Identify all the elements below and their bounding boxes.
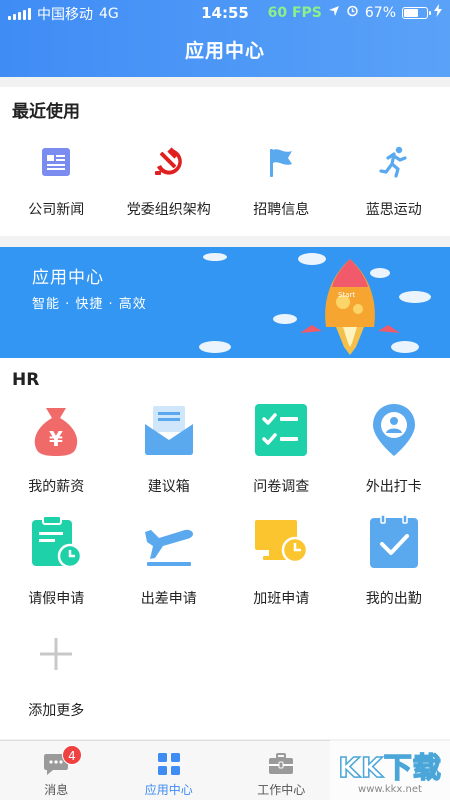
svg-text:¥: ¥ [49, 427, 63, 451]
app-business-trip[interactable]: 出差申请 [113, 514, 226, 626]
tab-messages[interactable]: 4 消息 [0, 741, 113, 800]
app-suggestion-box[interactable]: 建议箱 [113, 402, 226, 514]
app-outing-checkin[interactable]: 外出打卡 [338, 402, 450, 514]
app-overtime-request[interactable]: 加班申请 [225, 514, 338, 626]
money-bag-icon: ¥ [28, 402, 84, 458]
recent-item-lens-sports[interactable]: 蓝思运动 [338, 145, 450, 219]
unread-badge: 4 [62, 745, 82, 765]
tab-label: 消息 [44, 783, 69, 797]
fps-counter: 60 FPS [267, 4, 322, 21]
app-label: 问卷调查 [253, 479, 310, 495]
app-label: 请假申请 [28, 591, 85, 607]
add-more-button[interactable]: 添加更多 [0, 626, 113, 738]
battery-icon [402, 6, 431, 19]
alarm-icon [346, 4, 359, 21]
app-my-salary[interactable]: ¥ 我的薪资 [0, 402, 113, 514]
tab-label: 工作中心 [257, 783, 306, 797]
tab-label: 应用中心 [144, 783, 193, 797]
app-label: 建议箱 [147, 479, 190, 495]
plus-icon [28, 626, 84, 682]
checklist-icon [253, 402, 309, 458]
attendance-check-icon [366, 514, 422, 570]
airplane-icon [141, 514, 197, 570]
tab-app-center[interactable]: 应用中心 [113, 741, 226, 800]
app-my-attendance[interactable]: 我的出勤 [338, 514, 450, 626]
monitor-clock-icon [253, 514, 309, 570]
flag-icon [264, 145, 298, 179]
recent-item-recruitment[interactable]: 招聘信息 [225, 145, 338, 219]
app-label: 加班申请 [253, 591, 310, 607]
app-label: 我的出勤 [365, 591, 422, 607]
runner-icon [377, 145, 411, 179]
hr-section-title: HR [12, 370, 40, 390]
watermark-url: www.kkx.net [358, 784, 422, 795]
rocket-label: Start [338, 291, 355, 299]
recent-item-party-org[interactable]: 党委组织架构 [113, 145, 226, 219]
leave-clipboard-icon [28, 514, 84, 570]
status-bar: 中国移动 4G 14:55 60 FPS 67% [0, 0, 450, 26]
recent-item-label: 公司新闻 [28, 202, 85, 218]
briefcase-icon [268, 751, 294, 777]
recent-item-label: 招聘信息 [253, 202, 310, 218]
app-questionnaire[interactable]: 问卷调查 [225, 402, 338, 514]
recent-item-company-news[interactable]: 公司新闻 [0, 145, 113, 219]
app-label: 出差申请 [140, 591, 197, 607]
hammer-sickle-icon [152, 145, 186, 179]
recent-section: 最近使用 公司新闻 党委组织架构 招聘信息 蓝思运动 [0, 87, 450, 236]
app-label: 添加更多 [28, 703, 85, 719]
location-pin-icon [366, 402, 422, 458]
location-arrow-icon [328, 5, 340, 21]
banner-subtitle: 智能 · 快捷 · 高效 [32, 297, 147, 312]
app-label: 我的薪资 [28, 479, 85, 495]
mailbox-icon [141, 402, 197, 458]
recent-section-title: 最近使用 [12, 102, 80, 122]
watermark-logo: KK下载 [338, 750, 442, 785]
banner-title: 应用中心 [32, 268, 104, 288]
page-title: 应用中心 [184, 40, 265, 62]
watermark: KK下载 www.kkx.net [330, 740, 450, 800]
app-leave-request[interactable]: 请假申请 [0, 514, 113, 626]
top-bar: 中国移动 4G 14:55 60 FPS 67% 应用中心 [0, 0, 450, 77]
promo-banner[interactable]: Start 应用中心 智能 · 快捷 · 高效 [0, 247, 450, 358]
battery-percent: 67% [364, 4, 396, 21]
grid-apps-icon [156, 751, 182, 777]
news-icon [39, 145, 73, 179]
hr-section: HR ¥ 我的薪资 建议箱 问卷调查 外出打卡 请假申请 出差申请 加班申请 我… [0, 358, 450, 739]
charging-icon [434, 4, 442, 21]
recent-item-label: 党委组织架构 [126, 202, 211, 218]
app-label: 外出打卡 [365, 479, 422, 495]
tab-work-center[interactable]: 工作中心 [225, 741, 338, 800]
recent-item-label: 蓝思运动 [365, 202, 422, 218]
